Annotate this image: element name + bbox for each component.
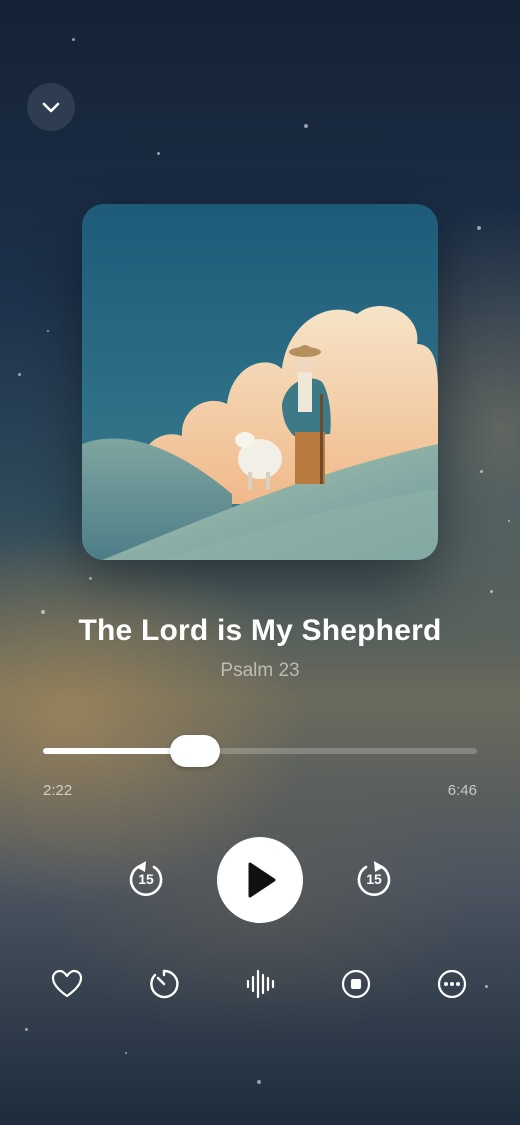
star	[157, 152, 160, 155]
total-duration: 6:46	[447, 782, 477, 799]
star	[18, 373, 21, 376]
star	[257, 1080, 261, 1084]
timer-icon	[150, 969, 179, 999]
progress-slider[interactable]	[43, 735, 477, 767]
chevron-down-icon	[42, 102, 60, 113]
star	[72, 38, 75, 41]
favorite-button[interactable]	[49, 966, 85, 1002]
star	[477, 226, 481, 230]
skip-forward-label: 15	[366, 871, 382, 887]
star	[304, 124, 308, 128]
star	[490, 590, 493, 593]
stop-icon	[341, 969, 371, 999]
skip-forward-button[interactable]: 15	[352, 858, 396, 902]
star	[480, 470, 483, 473]
star	[485, 985, 488, 988]
heart-icon	[51, 969, 83, 998]
track-title: The Lord is My Shepherd	[78, 614, 442, 647]
play-icon	[248, 862, 276, 898]
track-subtitle: Psalm 23	[220, 660, 300, 681]
collapse-button[interactable]	[27, 83, 75, 131]
star	[25, 1028, 28, 1031]
skip-back-button[interactable]: 15	[124, 858, 168, 902]
more-options-button[interactable]	[434, 966, 470, 1002]
skip-back-label: 15	[138, 871, 154, 887]
star	[125, 1052, 127, 1054]
star	[89, 577, 92, 580]
stop-button[interactable]	[338, 966, 374, 1002]
more-icon	[437, 969, 467, 999]
album-artwork	[82, 204, 438, 560]
elapsed-time: 2:22	[43, 782, 73, 799]
star	[47, 330, 49, 332]
audio-waveform-button[interactable]	[242, 966, 278, 1002]
waveform-icon	[246, 969, 275, 999]
star	[508, 520, 510, 522]
sleep-timer-button[interactable]	[146, 966, 182, 1002]
play-button[interactable]	[217, 837, 303, 923]
progress-thumb[interactable]	[169, 735, 220, 767]
